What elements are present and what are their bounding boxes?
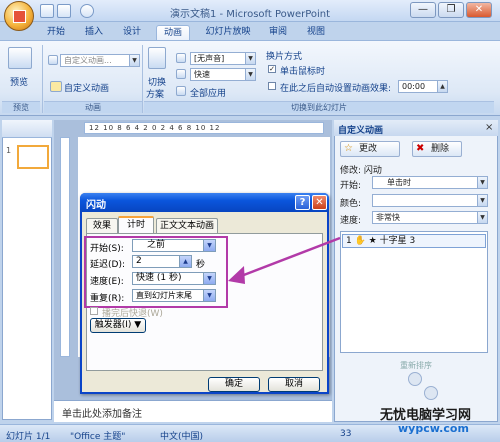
- annotation-arrow: [228, 236, 341, 284]
- watermark-title: 无忧电脑学习网: [380, 408, 472, 423]
- watermark-url: wypcw.com: [398, 422, 469, 435]
- office-button[interactable]: [4, 1, 34, 31]
- office-logo-icon: [13, 10, 26, 23]
- arrow-head-icon: [228, 266, 245, 284]
- arrow-line: [235, 236, 341, 280]
